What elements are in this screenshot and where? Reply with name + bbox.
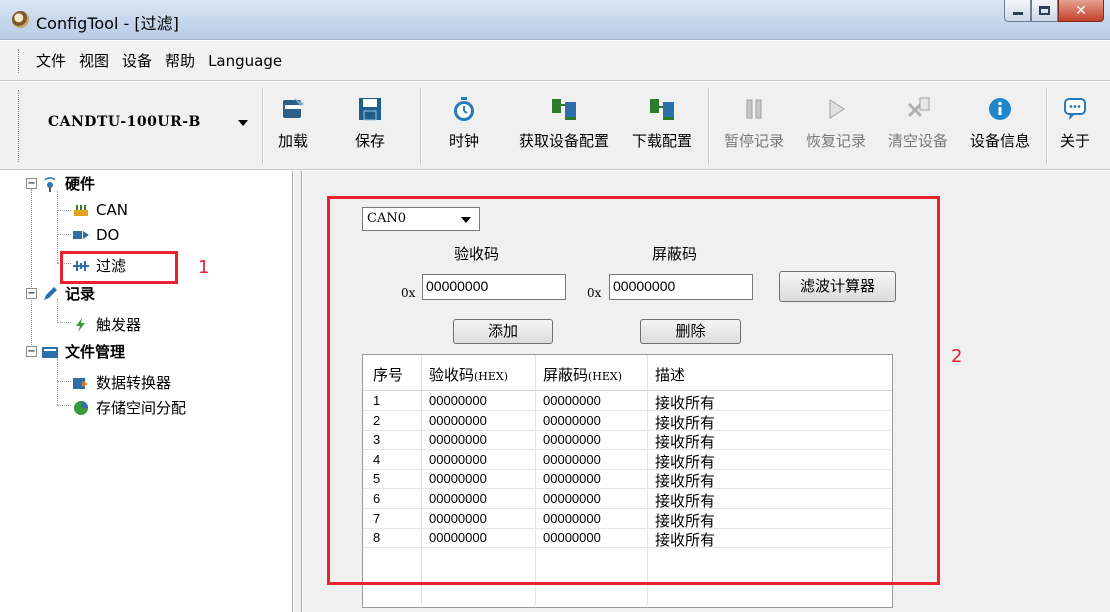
pause-icon (746, 99, 762, 119)
get-config-label: 获取设备配置 (518, 132, 609, 150)
tree-label-file-management: 文件管理 (65, 343, 126, 361)
clock-button[interactable]: 时钟 (446, 96, 482, 151)
get-config-button[interactable]: 获取设备配置 (512, 96, 616, 151)
toolbar-grip (18, 90, 21, 162)
menu-view[interactable]: 视图 (79, 50, 109, 71)
toolbar-separator (420, 88, 421, 164)
device-info-button[interactable]: 设备信息 (965, 96, 1035, 151)
menu-file[interactable]: 文件 (36, 50, 66, 71)
annotation-box-2 (327, 196, 940, 585)
clear-device-icon (907, 97, 930, 118)
about-icon (1064, 98, 1086, 120)
clear-device-button[interactable]: 清空设备 (883, 96, 953, 151)
minimize-icon (1012, 12, 1023, 15)
get-config-icon (552, 99, 576, 120)
toolbar-separator (1046, 88, 1047, 164)
tree-label-data-converter: 数据转换器 (96, 374, 172, 392)
save-icon (359, 98, 381, 121)
about-label: 关于 (1059, 132, 1090, 150)
folder-icon (42, 346, 58, 358)
annotation-label-1: 1 (198, 257, 210, 278)
clock-label: 时钟 (448, 132, 479, 150)
navigation-tree: − 硬件 CAN DO 过滤 − 记录 触发器 − 文件管理 数据转换器 存储空… (0, 171, 293, 612)
minimize-button[interactable] (1004, 0, 1031, 22)
load-icon (283, 98, 304, 118)
window-title: ConfigTool - [过滤] (36, 14, 179, 33)
tree-label-hardware: 硬件 (65, 175, 96, 193)
toolbar-separator (262, 88, 263, 164)
close-button[interactable]: ✕ (1058, 0, 1104, 22)
save-label: 保存 (354, 132, 385, 150)
tree-item-do[interactable]: DO (72, 226, 119, 244)
clear-device-label: 清空设备 (887, 132, 948, 150)
pane-splitter[interactable] (294, 171, 302, 612)
tree-item-can[interactable]: CAN (72, 201, 128, 219)
pause-record-label: 暂停记录 (723, 132, 784, 150)
toolbar: CANDTU-100UR-B 加载 保存 时钟 获取设备配置 下载配置 暂停记录 (0, 82, 1110, 170)
converter-icon (73, 377, 88, 389)
about-button[interactable]: 关于 (1057, 96, 1093, 151)
tree-label-record: 记录 (65, 285, 96, 303)
annotation-label-2: 2 (951, 346, 963, 367)
tree-item-file-management[interactable]: − 文件管理 (26, 341, 125, 362)
output-icon (73, 231, 89, 239)
download-config-label: 下载配置 (631, 132, 692, 150)
resume-icon (829, 99, 845, 119)
title-bar: ConfigTool - [过滤] ✕ (0, 0, 1110, 40)
device-selector[interactable]: CANDTU-100UR-B (48, 114, 201, 130)
save-button[interactable]: 保存 (352, 96, 388, 151)
maximize-icon (1039, 6, 1050, 15)
pause-record-button[interactable]: 暂停记录 (719, 96, 789, 151)
tree-label-can: CAN (96, 201, 128, 219)
tree-item-storage-allocation[interactable]: 存储空间分配 (72, 397, 186, 418)
pencil-icon (44, 286, 57, 300)
info-icon (989, 98, 1011, 120)
can-icon (74, 205, 88, 216)
load-label: 加载 (277, 132, 308, 150)
device-info-label: 设备信息 (969, 132, 1030, 150)
menu-language[interactable]: Language (208, 52, 282, 70)
menu-grip (18, 49, 21, 73)
tree-item-data-converter[interactable]: 数据转换器 (72, 372, 171, 393)
collapse-icon[interactable]: − (26, 346, 37, 357)
lightning-icon (76, 317, 85, 332)
close-icon: ✕ (1075, 2, 1087, 19)
antenna-icon (44, 176, 56, 192)
tree-item-trigger[interactable]: 触发器 (72, 314, 141, 335)
collapse-icon[interactable]: − (26, 288, 37, 299)
toolbar-separator (708, 88, 709, 164)
clock-icon (454, 97, 474, 121)
menu-bar: 文件 视图 设备 帮助 Language (0, 41, 1110, 81)
tree-label-trigger: 触发器 (96, 316, 142, 334)
menu-device[interactable]: 设备 (122, 50, 152, 71)
tree-item-hardware[interactable]: − 硬件 (26, 173, 95, 194)
app-icon (12, 11, 29, 28)
tree-item-record[interactable]: − 记录 (26, 283, 95, 304)
download-config-icon (650, 99, 674, 120)
collapse-icon[interactable]: − (26, 178, 37, 189)
window-controls: ✕ (1004, 0, 1104, 22)
load-button[interactable]: 加载 (275, 96, 311, 151)
download-config-button[interactable]: 下载配置 (626, 96, 698, 151)
resume-record-label: 恢复记录 (805, 132, 866, 150)
tree-label-do: DO (96, 226, 120, 244)
resume-record-button[interactable]: 恢复记录 (801, 96, 871, 151)
pie-chart-icon (74, 400, 88, 415)
tree-label-storage-allocation: 存储空间分配 (96, 399, 187, 417)
annotation-box-1 (60, 251, 178, 284)
chevron-down-icon[interactable] (238, 120, 248, 126)
maximize-button[interactable] (1031, 0, 1058, 22)
menu-help[interactable]: 帮助 (165, 50, 195, 71)
